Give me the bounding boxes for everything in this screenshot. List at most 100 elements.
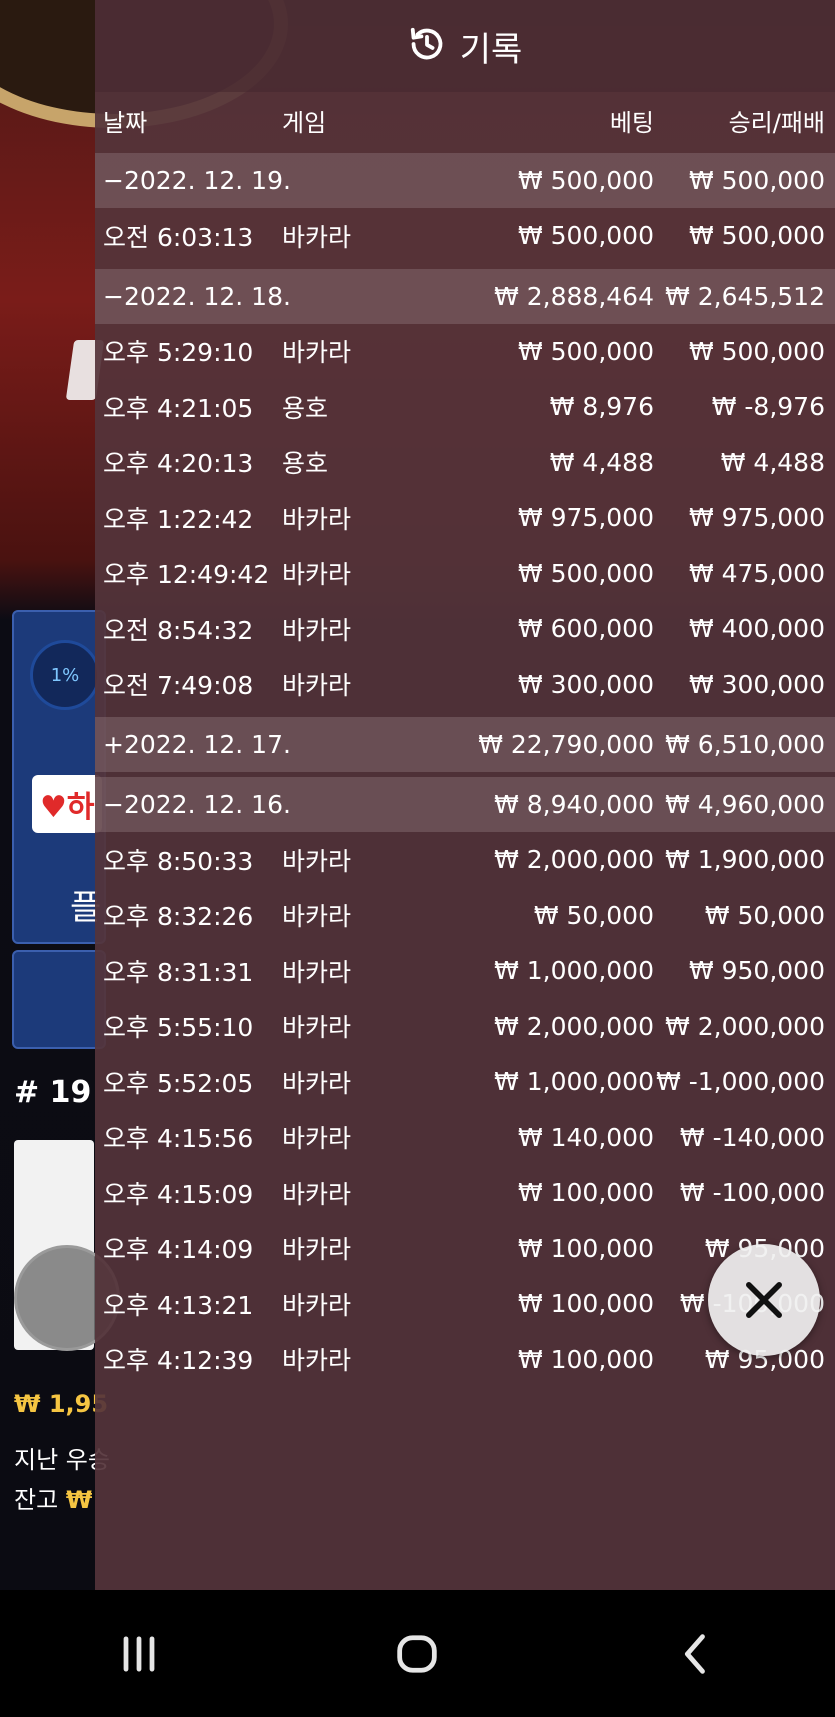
row-game: 바카라: [282, 1235, 352, 1265]
history-row[interactable]: 오후 4:15:56 바카라 ₩ 140,000 ₩ -140,000: [95, 1110, 835, 1166]
date-group-row[interactable]: −2022. 12. 19. ₩ 500,000 ₩ 500,000: [95, 153, 835, 208]
history-panel: 기록 날짜 게임 베팅 승리/패배 −2022. 12. 19. ₩ 500,00…: [95, 0, 835, 1590]
group-win-total: ₩ 2,645,512: [665, 281, 825, 311]
row-win-loss: ₩ -100,000: [679, 1178, 825, 1208]
game-badge: ♥하: [32, 775, 102, 833]
balance-value: ₩ 1,95: [14, 1390, 109, 1418]
row-win-loss: ₩ -140,000: [679, 1122, 825, 1152]
row-game: 바카라: [282, 1068, 352, 1098]
round-number: # 19: [14, 1075, 92, 1110]
row-game: 바카라: [282, 504, 352, 534]
row-win-loss: ₩ 500,000: [688, 221, 825, 251]
group-date: −2022. 12. 16.: [103, 790, 291, 819]
history-list[interactable]: −2022. 12. 19. ₩ 500,000 ₩ 500,000 오전 6:03:…: [95, 153, 835, 1387]
row-bet: ₩ 600,000: [517, 614, 654, 644]
row-bet: ₩ 2,000,000: [494, 1011, 654, 1041]
row-game: 바카라: [282, 671, 352, 701]
column-bet: 베팅: [609, 108, 654, 137]
row-time: 오전 7:49:08: [103, 671, 254, 701]
back-button[interactable]: [636, 1609, 756, 1699]
group-date: −2022. 12. 19.: [103, 166, 291, 195]
row-bet: ₩ 100,000: [517, 1178, 654, 1208]
group-bet-total: ₩ 8,940,000: [494, 790, 654, 819]
history-row[interactable]: 오후 4:21:05 용호 ₩ 8,976 ₩ -8,976: [95, 379, 835, 435]
date-group-row[interactable]: +2022. 12. 17. ₩ 22,790,000 ₩ 6,510,000: [95, 717, 835, 772]
history-row[interactable]: 오후 8:31:31 바카라 ₩ 1,000,000 ₩ 950,000: [95, 943, 835, 999]
row-time: 오후 8:50:33: [103, 846, 254, 876]
date-group-row[interactable]: −2022. 12. 18. ₩ 2,888,464 ₩ 2,645,512: [95, 268, 835, 324]
history-row[interactable]: 오전 8:54:32 바카라 ₩ 600,000 ₩ 400,000: [95, 601, 835, 657]
row-bet: ₩ 1,000,000: [494, 1067, 654, 1097]
history-title: 기록: [459, 29, 523, 70]
recent-apps-icon: [123, 1635, 155, 1672]
group-win-total: ₩ 4,960,000: [665, 790, 825, 819]
row-bet: ₩ 140,000: [517, 1122, 654, 1152]
history-row[interactable]: 오전 6:03:13 바카라 ₩ 500,000 ₩ 500,000: [95, 208, 835, 264]
close-icon: [746, 1282, 782, 1318]
group-date: −2022. 12. 18.: [103, 281, 291, 311]
row-bet: ₩ 4,488: [549, 447, 654, 477]
row-time: 오후 4:15:09: [103, 1179, 254, 1209]
history-icon: [408, 25, 446, 67]
back-icon: [684, 1633, 705, 1674]
row-game: 용호: [282, 449, 329, 479]
history-row[interactable]: 오후 5:55:10 바카라 ₩ 2,000,000 ₩ 2,000,000: [95, 999, 835, 1055]
column-date: 날짜: [103, 108, 148, 137]
row-game: 바카라: [282, 957, 352, 987]
row-time: 오후 8:32:26: [103, 902, 254, 932]
history-row[interactable]: 오후 8:32:26 바카라 ₩ 50,000 ₩ 50,000: [95, 888, 835, 944]
row-time: 오후 8:31:31: [103, 957, 254, 987]
home-icon: [397, 1634, 438, 1673]
row-time: 오후 4:13:21: [103, 1290, 254, 1320]
row-time: 오전 6:03:13: [103, 222, 254, 252]
history-row[interactable]: 오후 4:20:13 용호 ₩ 4,488 ₩ 4,488: [95, 435, 835, 491]
row-bet: ₩ 300,000: [517, 669, 654, 699]
group-bet-total: ₩ 22,790,000: [478, 730, 654, 759]
group-win-total: ₩ 6,510,000: [665, 730, 825, 759]
row-win-loss: ₩ 1,900,000: [665, 845, 825, 875]
row-win-loss: ₩ -1,000,000: [656, 1067, 825, 1097]
home-button[interactable]: [357, 1609, 477, 1699]
row-bet: ₩ 2,000,000: [494, 845, 654, 875]
close-button[interactable]: [708, 1244, 820, 1356]
row-bet: ₩ 8,976: [549, 392, 654, 422]
row-win-loss: ₩ -8,976: [711, 392, 825, 422]
history-row[interactable]: 오후 5:29:10 바카라 ₩ 500,000 ₩ 500,000: [95, 324, 835, 380]
group-win-total: ₩ 500,000: [688, 166, 825, 195]
history-row[interactable]: 오후 1:22:42 바카라 ₩ 975,000 ₩ 975,000: [95, 490, 835, 546]
column-win-loss: 승리/패배: [728, 108, 825, 137]
row-bet: ₩ 100,000: [517, 1233, 654, 1263]
row-game: 바카라: [282, 338, 352, 368]
row-bet: ₩ 500,000: [517, 221, 654, 251]
row-time: 오후 5:29:10: [103, 338, 254, 368]
row-game: 바카라: [282, 222, 352, 252]
row-time: 오후 5:52:05: [103, 1068, 254, 1098]
row-time: 오후 4:12:39: [103, 1346, 254, 1376]
history-row[interactable]: 오후 4:15:09 바카라 ₩ 100,000 ₩ -100,000: [95, 1165, 835, 1221]
row-bet: ₩ 975,000: [517, 503, 654, 533]
row-game: 바카라: [282, 846, 352, 876]
secondary-panel[interactable]: [12, 950, 106, 1049]
row-bet: ₩ 500,000: [517, 558, 654, 588]
column-game: 게임: [282, 108, 327, 137]
history-row[interactable]: 오후 12:49:42 바카라 ₩ 500,000 ₩ 475,000: [95, 546, 835, 602]
history-row[interactable]: 오전 7:49:08 바카라 ₩ 300,000 ₩ 300,000: [95, 657, 835, 713]
row-win-loss: ₩ 500,000: [688, 336, 825, 366]
row-game: 바카라: [282, 1346, 352, 1376]
row-time: 오후 4:14:09: [103, 1235, 254, 1265]
recent-apps-button[interactable]: [79, 1609, 199, 1699]
row-bet: ₩ 500,000: [517, 336, 654, 366]
history-row[interactable]: 오후 8:50:33 바카라 ₩ 2,000,000 ₩ 1,900,000: [95, 832, 835, 888]
history-row[interactable]: 오후 5:52:05 바카라 ₩ 1,000,000 ₩ -1,000,000: [95, 1054, 835, 1110]
row-time: 오전 8:54:32: [103, 615, 254, 645]
row-win-loss: ₩ 4,488: [720, 447, 825, 477]
date-group-row[interactable]: −2022. 12. 16. ₩ 8,940,000 ₩ 4,960,000: [95, 777, 835, 832]
progress-percent: 1%: [30, 640, 100, 710]
row-win-loss: ₩ 400,000: [688, 614, 825, 644]
row-game: 용호: [282, 393, 329, 423]
row-win-loss: ₩ 950,000: [688, 956, 825, 986]
row-win-loss: ₩ 2,000,000: [665, 1011, 825, 1041]
history-title-bar: 기록: [95, 0, 835, 92]
group-bet-total: ₩ 500,000: [517, 166, 654, 195]
row-win-loss: ₩ 300,000: [688, 669, 825, 699]
